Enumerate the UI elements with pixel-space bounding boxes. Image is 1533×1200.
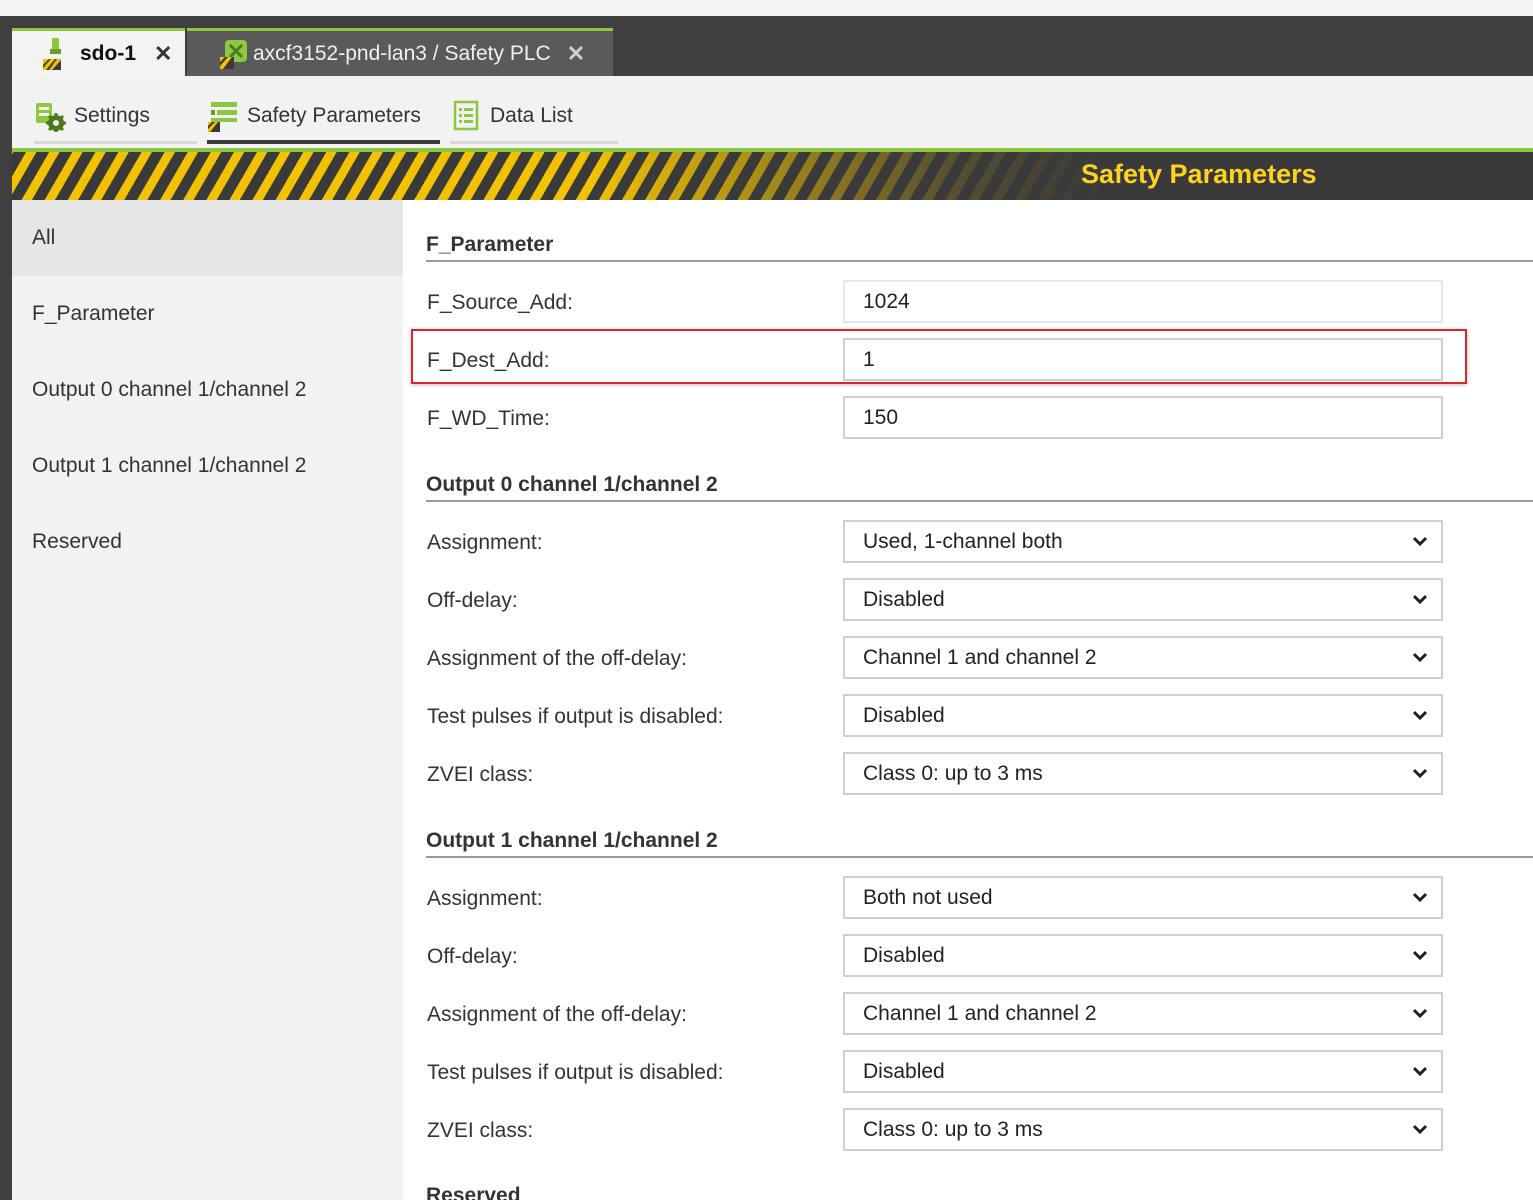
field-label: Off-delay: (427, 589, 518, 612)
field-label: F_Source_Add: (427, 291, 573, 314)
editor-subtabs: Settings Safety Parameters Data List (12, 76, 1533, 149)
chevron-down-icon (1413, 710, 1427, 721)
subtab-underline (34, 141, 197, 144)
subtab-data-list[interactable]: Data List (450, 96, 618, 144)
close-icon[interactable]: ✕ (567, 41, 585, 67)
data-list-icon (450, 100, 482, 132)
section-heading: Output 0 channel 1/channel 2 (426, 473, 718, 496)
subtab-label: Settings (74, 104, 150, 127)
output0-assignment-select[interactable]: Used, 1-channel both (843, 520, 1443, 563)
field-label: ZVEI class: (427, 763, 534, 786)
section-divider (426, 260, 1533, 262)
select-value: Channel 1 and channel 2 (863, 1001, 1097, 1025)
select-value: Class 0: up to 3 ms (863, 761, 1043, 785)
select-value: Class 0: up to 3 ms (863, 1117, 1043, 1141)
field-label: Assignment: (427, 531, 543, 554)
select-value: Disabled (863, 1059, 945, 1083)
field-label: Off-delay: (427, 945, 518, 968)
field-label: Assignment of the off-delay: (427, 647, 687, 670)
nav-item-output-0[interactable]: Output 0 channel 1/channel 2 (12, 352, 403, 428)
field-label: Assignment of the off-delay: (427, 1003, 687, 1026)
f-dest-add-field[interactable]: 1 (843, 338, 1443, 381)
field-label: F_Dest_Add: (427, 349, 550, 372)
safety-parameters-icon (207, 100, 239, 132)
output0-off-delay-select[interactable]: Disabled (843, 578, 1443, 621)
settings-gear-icon (34, 100, 66, 133)
section-nav: All F_Parameter Output 0 channel 1/chann… (12, 200, 403, 1200)
chevron-down-icon (1413, 1066, 1427, 1077)
chevron-down-icon (1413, 768, 1427, 779)
nav-item-label: All (32, 226, 56, 249)
safety-device-icon (40, 37, 66, 71)
nav-item-output-1[interactable]: Output 1 channel 1/channel 2 (12, 428, 403, 504)
field-label: F_WD_Time: (427, 407, 550, 430)
subtab-label: Safety Parameters (247, 104, 421, 127)
field-label: Test pulses if output is disabled: (427, 705, 724, 728)
safety-plc-icon (219, 37, 247, 71)
nav-item-all[interactable]: All (12, 200, 403, 276)
section-heading: F_Parameter (426, 233, 554, 256)
tab-label: sdo-1 (80, 41, 137, 65)
select-value: Used, 1-channel both (863, 529, 1063, 553)
select-value: Disabled (863, 943, 945, 967)
chevron-down-icon (1413, 1124, 1427, 1135)
output0-off-delay-assignment-select[interactable]: Channel 1 and channel 2 (843, 636, 1443, 679)
nav-item-label: Output 1 channel 1/channel 2 (32, 454, 307, 477)
f-wd-time-field[interactable]: 150 (843, 396, 1443, 439)
section-divider (426, 856, 1533, 858)
subtab-label: Data List (490, 104, 573, 127)
banner-title: Safety Parameters (1081, 159, 1317, 189)
field-label: Assignment: (427, 887, 543, 910)
chevron-down-icon (1413, 536, 1427, 547)
f-source-add-field[interactable]: 1024 (843, 280, 1443, 323)
nav-item-reserved[interactable]: Reserved (12, 504, 403, 580)
subtab-underline (207, 140, 440, 144)
output0-test-pulses-select[interactable]: Disabled (843, 694, 1443, 737)
subtab-underline (450, 141, 618, 144)
output1-zvei-class-select[interactable]: Class 0: up to 3 ms (843, 1108, 1443, 1151)
select-value: Disabled (863, 587, 945, 611)
chevron-down-icon (1413, 1008, 1427, 1019)
select-value: Both not used (863, 885, 993, 909)
chevron-down-icon (1413, 594, 1427, 605)
nav-item-f-parameter[interactable]: F_Parameter (12, 276, 403, 352)
select-value: Channel 1 and channel 2 (863, 645, 1097, 669)
chevron-down-icon (1413, 950, 1427, 961)
field-label: ZVEI class: (427, 1119, 534, 1142)
output1-off-delay-assignment-select[interactable]: Channel 1 and channel 2 (843, 992, 1443, 1035)
select-value: Disabled (863, 703, 945, 727)
tab-label: axcf3152-pnd-lan3 / Safety PLC (253, 41, 551, 65)
section-divider (426, 500, 1533, 502)
nav-item-label: Reserved (32, 530, 122, 553)
tab-safety-plc[interactable]: axcf3152-pnd-lan3 / Safety PLC ✕ (187, 28, 613, 76)
output1-assignment-select[interactable]: Both not used (843, 876, 1443, 919)
section-heading: Reserved (426, 1184, 521, 1200)
close-icon[interactable]: ✕ (154, 41, 172, 67)
output1-off-delay-select[interactable]: Disabled (843, 934, 1443, 977)
subtab-settings[interactable]: Settings (34, 96, 197, 144)
output0-zvei-class-select[interactable]: Class 0: up to 3 ms (843, 752, 1443, 795)
field-value: 150 (863, 405, 899, 429)
parameters-panel: F_Parameter F_Source_Add: 1024 F_Dest_Ad… (403, 200, 1533, 1200)
field-value: 1 (863, 347, 875, 371)
tab-sdo-1[interactable]: sdo-1 ✕ (12, 28, 185, 76)
nav-item-label: F_Parameter (32, 302, 155, 325)
chevron-down-icon (1413, 892, 1427, 903)
chevron-down-icon (1413, 652, 1427, 663)
section-heading: Output 1 channel 1/channel 2 (426, 829, 718, 852)
field-value: 1024 (863, 289, 910, 313)
subtab-safety-parameters[interactable]: Safety Parameters (207, 96, 440, 144)
field-label: Test pulses if output is disabled: (427, 1061, 724, 1084)
output1-test-pulses-select[interactable]: Disabled (843, 1050, 1443, 1093)
nav-item-label: Output 0 channel 1/channel 2 (32, 378, 307, 401)
